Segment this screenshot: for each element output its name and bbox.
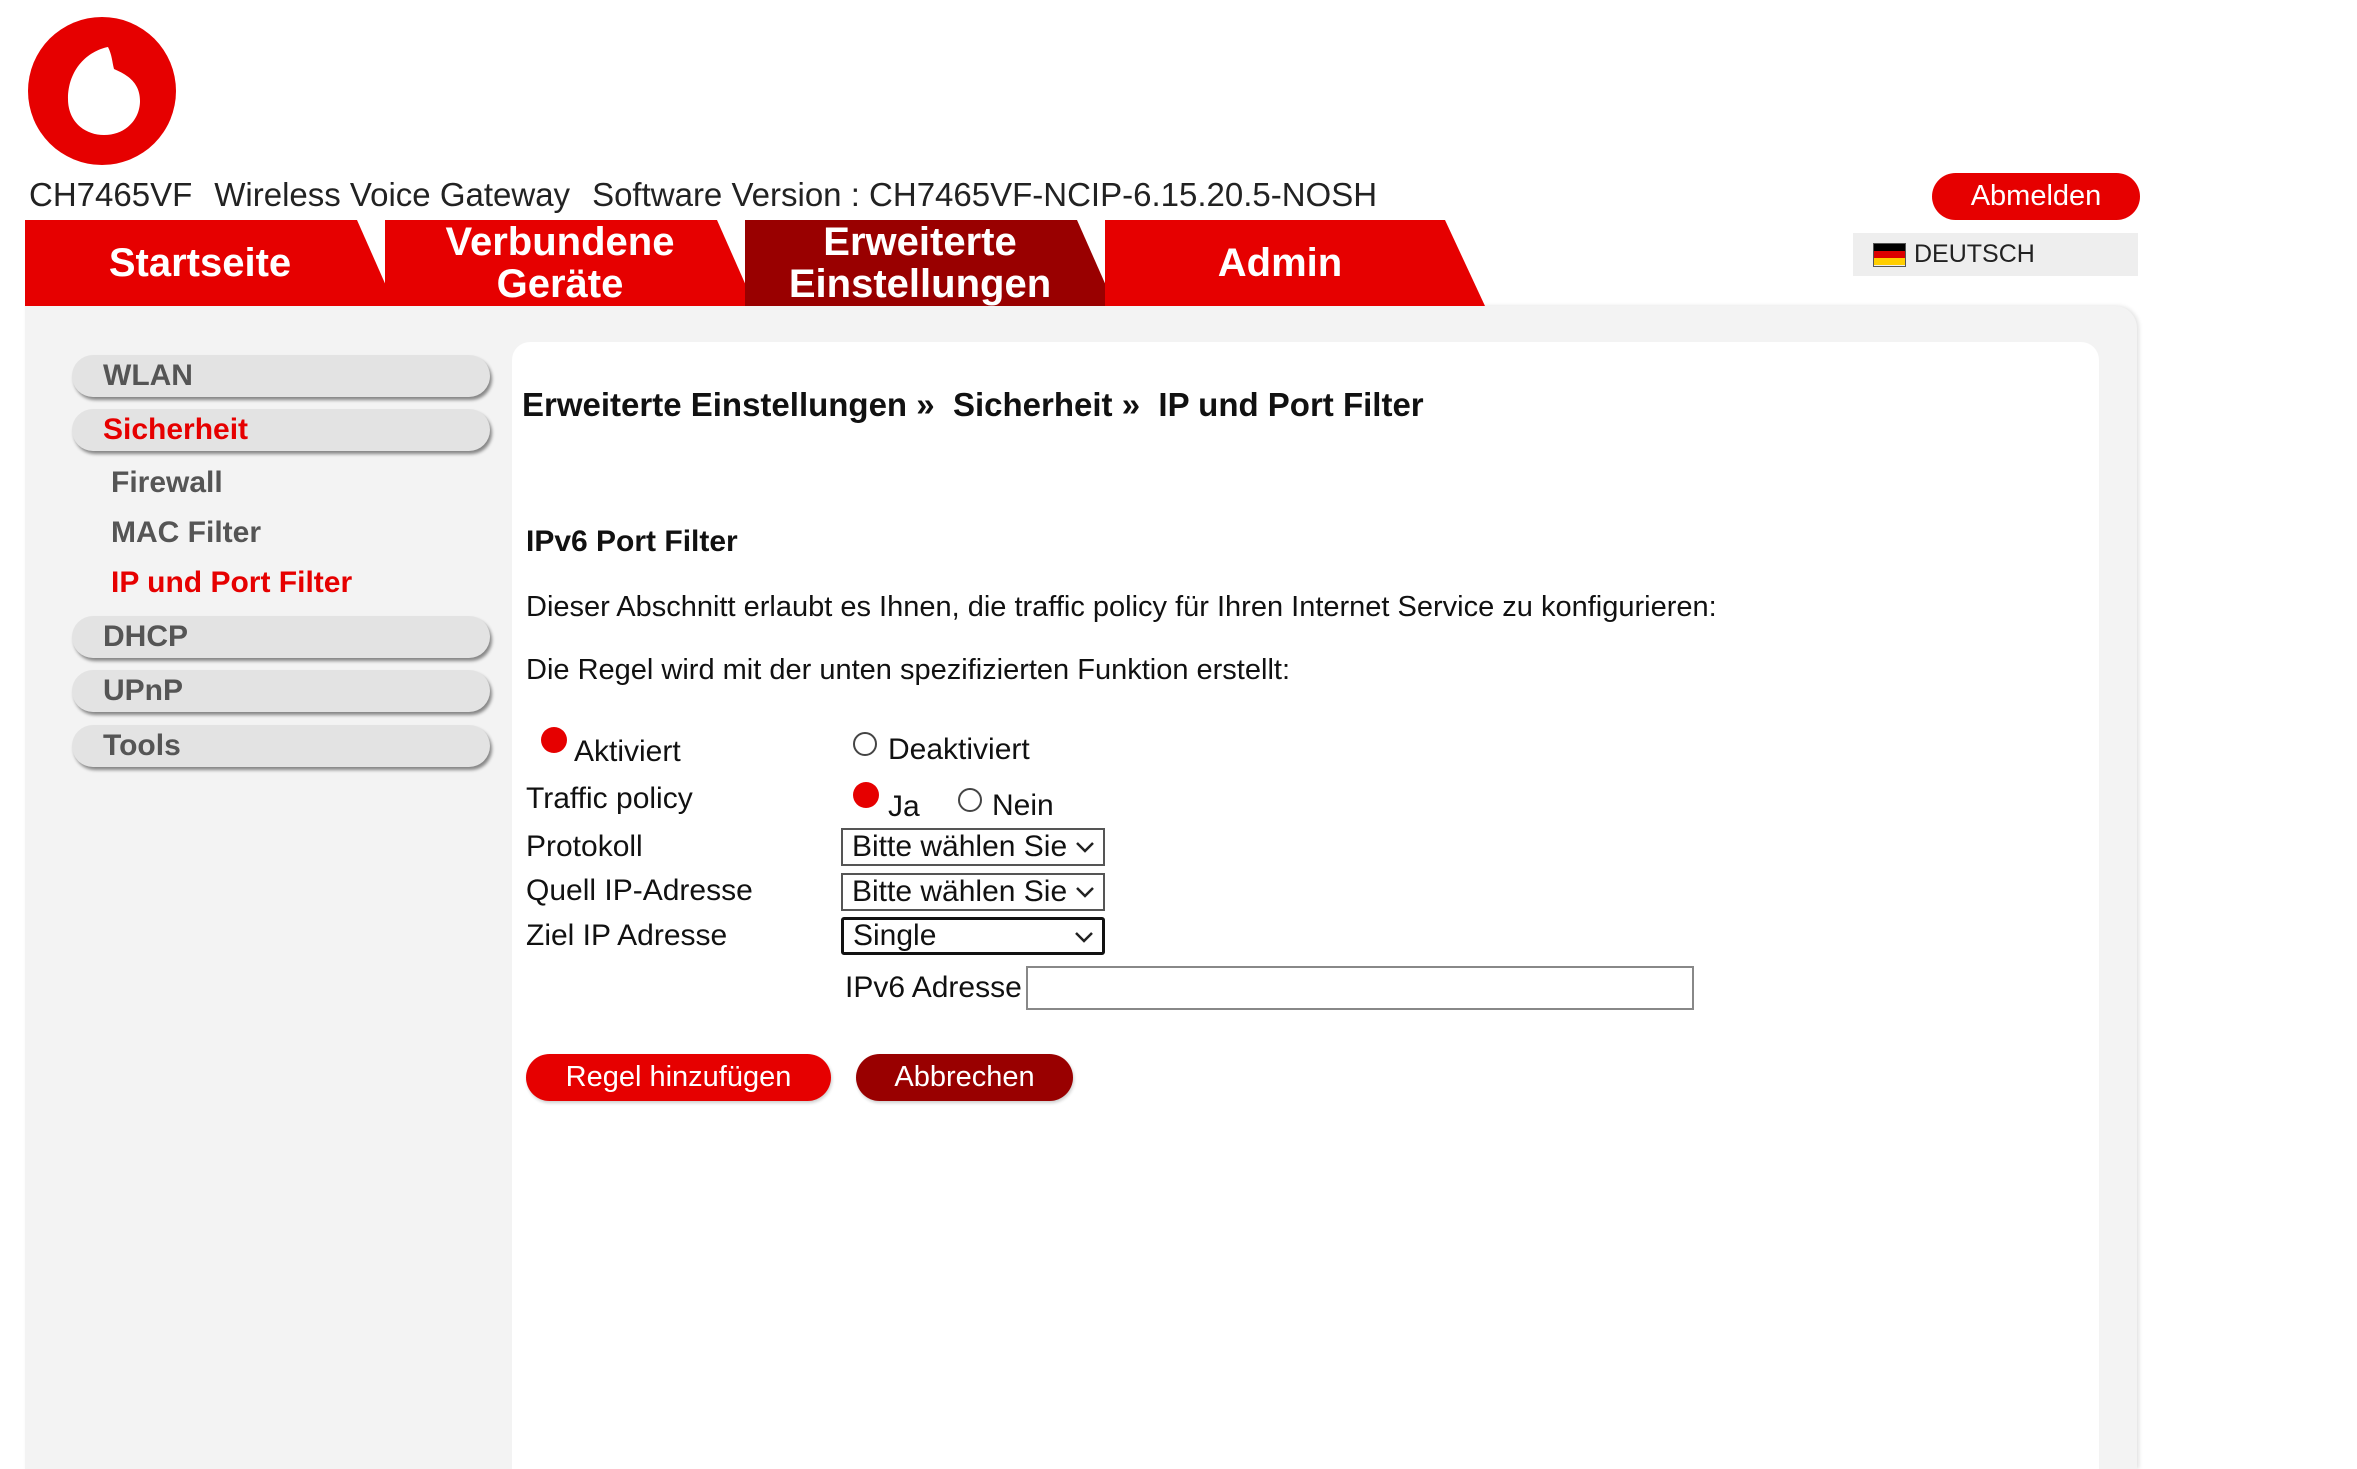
sidebar-subitem-ip-port-filter[interactable]: IP und Port Filter: [111, 566, 352, 600]
language-label: DEUTSCH: [1914, 240, 2035, 268]
tab-erweiterte-einstellungen[interactable]: Erweiterte Einstellungen: [745, 220, 1115, 306]
label-ziel-ip: Ziel IP Adresse: [526, 919, 728, 952]
chevron-down-icon: [1075, 932, 1093, 943]
language-selector[interactable]: DEUTSCH: [1853, 233, 2138, 276]
rule-note: Die Regel wird mit der unten spezifizier…: [526, 654, 1290, 686]
radio-aktiviert[interactable]: [541, 727, 567, 753]
tab-label: Verbundene Geräte: [445, 220, 675, 306]
quell-ip-value: Bitte wählen Sie: [852, 875, 1068, 908]
label-protokoll: Protokoll: [526, 830, 643, 863]
tab-startseite[interactable]: Startseite: [25, 220, 395, 306]
quell-ip-select[interactable]: Bitte wählen Sie: [841, 873, 1105, 911]
label-quell-ip: Quell IP-Adresse: [526, 874, 753, 907]
ipv6-address-input[interactable]: [1026, 966, 1694, 1010]
tab-admin[interactable]: Admin: [1105, 220, 1485, 306]
radio-nein[interactable]: [958, 788, 982, 812]
breadcrumb-separator: »: [1121, 386, 1141, 423]
protokoll-select[interactable]: Bitte wählen Sie: [841, 828, 1105, 866]
breadcrumb: Erweiterte Einstellungen » Sicherheit » …: [522, 386, 1424, 424]
form-description: Dieser Abschnitt erlaubt es Ihnen, die t…: [526, 591, 1717, 623]
sidebar-item-wlan[interactable]: WLAN: [72, 355, 490, 397]
ziel-ip-value: Single: [853, 919, 937, 952]
device-info: CH7465VF Wireless Voice Gateway Software V…: [29, 176, 1399, 214]
label-ipv6-adresse: IPv6 Adresse: [845, 971, 1022, 1004]
breadcrumb-item: Erweiterte Einstellungen: [522, 386, 908, 423]
logout-button[interactable]: Abmelden: [1932, 173, 2140, 220]
sidebar-item-tools[interactable]: Tools: [72, 725, 490, 767]
add-rule-button[interactable]: Regel hinzufügen: [526, 1054, 831, 1101]
chevron-down-icon: [1076, 842, 1094, 853]
tab-verbundene-geraete[interactable]: Verbundene Geräte: [385, 220, 755, 306]
label-deaktiviert: Deaktiviert: [888, 733, 1030, 766]
tab-label: Startseite: [108, 241, 292, 285]
sidebar-item-dhcp[interactable]: DHCP: [72, 616, 490, 658]
section-title: IPv6 Port Filter: [526, 525, 738, 558]
tab-label: Admin: [1217, 241, 1343, 285]
software-version: Software Version : CH7465VF-NCIP-6.15.20…: [592, 176, 1378, 213]
sidebar-item-sicherheit[interactable]: Sicherheit: [72, 409, 490, 451]
label-nein: Nein: [992, 789, 1054, 822]
ziel-ip-select[interactable]: Single: [841, 917, 1105, 955]
sidebar-item-upnp[interactable]: UPnP: [72, 670, 490, 712]
breadcrumb-item: Sicherheit: [952, 386, 1113, 423]
model-name: CH7465VF: [29, 176, 193, 213]
radio-deaktiviert[interactable]: [853, 732, 877, 756]
cancel-button[interactable]: Abbrechen: [856, 1054, 1073, 1101]
label-aktiviert: Aktiviert: [574, 735, 681, 768]
label-traffic-policy: Traffic policy: [526, 782, 693, 815]
breadcrumb-item: IP und Port Filter: [1158, 386, 1424, 423]
tab-label: Erweiterte Einstellungen: [788, 220, 1052, 306]
breadcrumb-separator: »: [916, 386, 935, 423]
label-ja: Ja: [888, 790, 920, 823]
german-flag-icon: [1873, 242, 1906, 267]
sidebar-subitem-mac-filter[interactable]: MAC Filter: [111, 516, 261, 550]
protokoll-value: Bitte wählen Sie: [852, 830, 1068, 863]
sidebar-subitem-firewall[interactable]: Firewall: [111, 466, 223, 500]
vodafone-logo: [28, 17, 176, 165]
radio-ja[interactable]: [853, 782, 879, 808]
chevron-down-icon: [1076, 887, 1094, 898]
device-type: Wireless Voice Gateway: [214, 176, 571, 213]
main-nav: Startseite Verbundene Geräte Erweiterte Ei…: [25, 220, 1505, 306]
